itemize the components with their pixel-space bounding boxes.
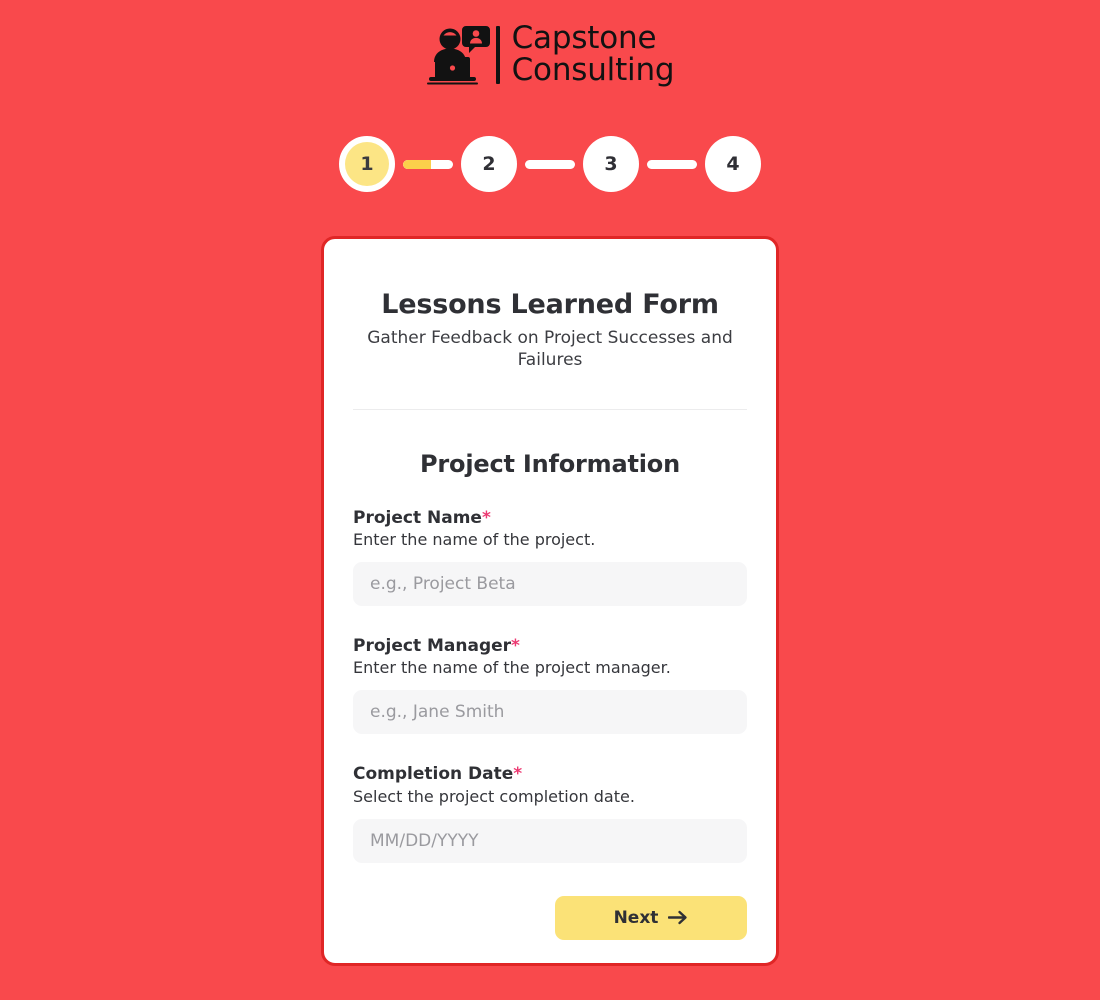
field-help-text: Enter the name of the project manager.: [353, 658, 671, 678]
field-label: Project Name*: [353, 507, 491, 528]
brand-logo: Capstone Consulting: [0, 22, 1100, 88]
form-card: Lessons Learned Form Gather Feedback on …: [321, 236, 779, 966]
stepper-step-3[interactable]: 3: [583, 136, 639, 192]
form-fields: Project Name* Enter the name of the proje…: [353, 508, 747, 863]
brand-name-line2: Consulting: [511, 52, 675, 88]
stepper-step-label: 1: [345, 142, 389, 186]
required-marker: *: [481, 507, 491, 528]
required-marker: *: [511, 635, 520, 656]
form-footer: Next: [353, 895, 747, 940]
field-input-completion-date[interactable]: [353, 818, 747, 863]
field-input-project-manager[interactable]: [353, 690, 747, 735]
field-label: Project Manager*: [353, 635, 520, 656]
form-field: Project Name* Enter the name of the proje…: [353, 508, 747, 606]
progress-stepper: 1 2 3 4: [0, 136, 1100, 192]
section-title: Project Information: [420, 449, 680, 478]
form-field: Project Manager* Enter the name of the pr…: [353, 635, 747, 735]
field-input-project-name[interactable]: [353, 561, 747, 606]
stepper-connector-1: [403, 159, 453, 169]
stepper-connector-2: [525, 159, 575, 169]
form-field: Completion Date* Select the project compl…: [353, 764, 747, 863]
stepper-connector-progress: [403, 159, 431, 169]
person-at-laptop-with-chat-bubble-icon: [426, 26, 490, 85]
stepper-step-2[interactable]: 2: [461, 136, 517, 192]
stepper-step-1[interactable]: 1: [339, 136, 395, 192]
next-button[interactable]: Next: [555, 895, 747, 940]
required-marker: *: [513, 764, 523, 785]
page-subtitle: Gather Feedback on Project Successes and…: [367, 328, 733, 370]
logo-divider: [495, 26, 500, 84]
field-help-text: Select the project completion date.: [353, 786, 635, 806]
stepper-step-4[interactable]: 4: [705, 136, 761, 192]
brand-name-line1: Capstone: [511, 20, 657, 57]
field-help-text: Enter the name of the project.: [353, 529, 596, 549]
next-button-label: Next: [613, 907, 659, 928]
page-title: Lessons Learned Form: [381, 289, 719, 320]
stepper-connector-3: [647, 159, 697, 169]
arrow-right-icon: [668, 910, 688, 925]
field-label: Completion Date*: [353, 764, 523, 785]
